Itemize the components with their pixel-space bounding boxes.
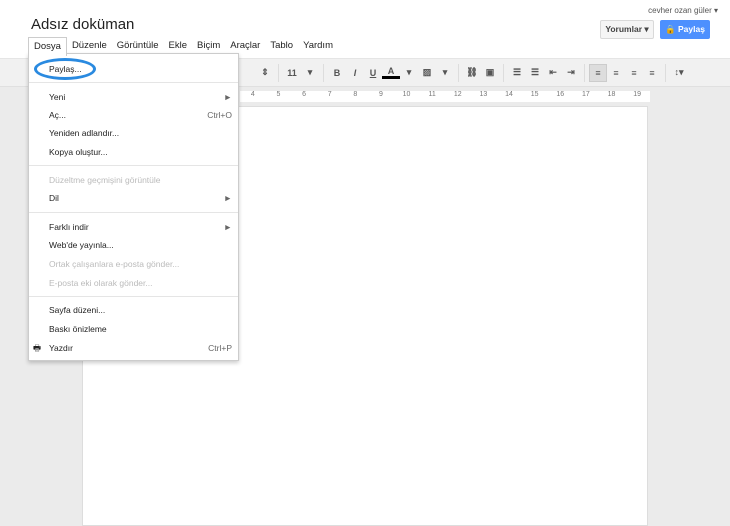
comments-button[interactable]: Yorumlar ▾ bbox=[600, 20, 654, 39]
align-left-icon[interactable]: ≡ bbox=[589, 63, 607, 82]
ruler-tick: 18 bbox=[607, 91, 616, 98]
link-icon[interactable]: ⛓ bbox=[463, 67, 481, 78]
ruler-tick: 15 bbox=[530, 91, 539, 98]
divider bbox=[278, 63, 279, 82]
file-menu: Paylaş... Yeni ► Aç... Ctrl+O Yeniden adla… bbox=[28, 53, 239, 361]
ruler-tick: 6 bbox=[302, 91, 307, 98]
menu-table[interactable]: Tablo bbox=[265, 37, 298, 56]
share-button[interactable]: 🔒 Paylaş bbox=[660, 20, 710, 39]
menu-item-publish[interactable]: Web'de yayınla... bbox=[29, 237, 238, 253]
ruler-tick: 12 bbox=[453, 91, 462, 98]
decrease-indent-icon[interactable]: ⇤ bbox=[544, 67, 562, 78]
menu-item-email-collaborators: Ortak çalışanlara e-posta gönder... bbox=[29, 256, 238, 272]
menu-item-new[interactable]: Yeni ► bbox=[29, 89, 238, 105]
lock-icon: 🔒 bbox=[665, 24, 678, 34]
ruler-tick: 19 bbox=[633, 91, 642, 98]
font-stepper-icon[interactable]: ⇕ bbox=[256, 67, 274, 78]
align-center-icon[interactable]: ≡ bbox=[607, 68, 625, 78]
menu-item-rename[interactable]: Yeniden adlandır... bbox=[29, 125, 238, 141]
highlight-color-icon[interactable]: ▨ bbox=[418, 67, 436, 78]
shortcut: Ctrl+P bbox=[208, 343, 232, 353]
menu-item-share[interactable]: Paylaş... bbox=[29, 61, 238, 77]
label: Yazdır bbox=[49, 343, 73, 353]
label: Yeni bbox=[49, 92, 66, 102]
ruler-tick: 16 bbox=[556, 91, 565, 98]
divider bbox=[29, 165, 238, 166]
ruler-tick: 10 bbox=[402, 91, 411, 98]
user-account-menu[interactable]: cevher ozan güler ▾ bbox=[648, 6, 718, 15]
ruler-tick: 7 bbox=[327, 91, 332, 98]
bold-button[interactable]: B bbox=[328, 68, 346, 78]
ruler-tick: 13 bbox=[479, 91, 488, 98]
shortcut: Ctrl+O bbox=[207, 110, 232, 120]
italic-button[interactable]: I bbox=[346, 68, 364, 78]
ruler[interactable]: 4 5 6 7 8 9 10 11 12 13 14 15 16 17 18 1… bbox=[240, 91, 650, 102]
share-label: Paylaş bbox=[678, 24, 705, 34]
bulleted-list-icon[interactable]: ☰ bbox=[526, 67, 544, 78]
printer-icon: 🖶 bbox=[33, 343, 42, 353]
underline-button[interactable]: U bbox=[364, 68, 382, 78]
line-spacing-icon[interactable]: ↕▾ bbox=[670, 67, 688, 78]
label: Farklı indir bbox=[49, 222, 89, 232]
menu-item-download-as[interactable]: Farklı indir ► bbox=[29, 219, 238, 235]
menu-item-open[interactable]: Aç... Ctrl+O bbox=[29, 107, 238, 123]
divider bbox=[29, 82, 238, 83]
increase-indent-icon[interactable]: ⇥ bbox=[562, 67, 580, 78]
label: Sayfa düzeni... bbox=[49, 305, 106, 315]
menu-item-revision-history: Düzeltme geçmişini görüntüle bbox=[29, 172, 238, 188]
menu-item-make-copy[interactable]: Kopya oluştur... bbox=[29, 144, 238, 160]
ruler-tick: 11 bbox=[428, 91, 436, 98]
label: Web'de yayınla... bbox=[49, 240, 114, 250]
ruler-tick: 9 bbox=[378, 91, 383, 98]
menu-item-page-setup[interactable]: Sayfa düzeni... bbox=[29, 302, 238, 318]
ruler-tick: 5 bbox=[276, 91, 281, 98]
divider bbox=[29, 212, 238, 213]
ruler-tick: 17 bbox=[582, 91, 590, 98]
label: Dil bbox=[49, 193, 59, 203]
font-size-select[interactable]: 11 bbox=[283, 68, 301, 78]
numbered-list-icon[interactable]: ☰ bbox=[508, 67, 526, 78]
menu-item-print-preview[interactable]: Baskı önizleme bbox=[29, 321, 238, 337]
label: Baskı önizleme bbox=[49, 324, 107, 334]
text-color-button[interactable]: A bbox=[382, 66, 400, 79]
submenu-arrow-icon: ► bbox=[223, 222, 232, 232]
menu-item-print[interactable]: 🖶 Yazdır Ctrl+P bbox=[29, 340, 238, 356]
chevron-down-icon[interactable]: ▾ bbox=[301, 67, 319, 78]
ruler-tick: 14 bbox=[505, 91, 513, 98]
menu-help[interactable]: Yardım bbox=[298, 37, 338, 56]
justify-icon[interactable]: ≡ bbox=[643, 68, 661, 78]
label: Ortak çalışanlara e-posta gönder... bbox=[49, 259, 180, 269]
divider bbox=[665, 63, 666, 82]
chevron-down-icon[interactable]: ▾ bbox=[436, 67, 454, 78]
submenu-arrow-icon: ► bbox=[223, 193, 232, 203]
align-right-icon[interactable]: ≡ bbox=[625, 68, 643, 78]
ruler-tick: 4 bbox=[250, 91, 255, 98]
submenu-arrow-icon: ► bbox=[223, 92, 232, 102]
menu-file[interactable]: Dosya bbox=[28, 37, 67, 56]
divider bbox=[458, 63, 459, 82]
document-title[interactable]: Adsız doküman bbox=[31, 16, 134, 33]
label: Aç... bbox=[49, 110, 67, 120]
label: E-posta eki olarak gönder... bbox=[49, 278, 153, 288]
chevron-down-icon[interactable]: ▾ bbox=[400, 67, 418, 78]
menu-item-email-attachment: E-posta eki olarak gönder... bbox=[29, 275, 238, 291]
divider bbox=[503, 63, 504, 82]
label: Yeniden adlandır... bbox=[49, 128, 120, 138]
label: Paylaş... bbox=[49, 64, 82, 74]
divider bbox=[323, 63, 324, 82]
label: Düzeltme geçmişini görüntüle bbox=[49, 175, 161, 185]
divider bbox=[584, 63, 585, 82]
header: Adsız doküman cevher ozan güler ▾ Yoruml… bbox=[0, 0, 730, 58]
divider bbox=[29, 296, 238, 297]
image-icon[interactable]: ▣ bbox=[481, 67, 499, 78]
ruler-tick: 8 bbox=[353, 91, 358, 98]
menu-item-language[interactable]: Dil ► bbox=[29, 190, 238, 206]
label: Kopya oluştur... bbox=[49, 147, 108, 157]
